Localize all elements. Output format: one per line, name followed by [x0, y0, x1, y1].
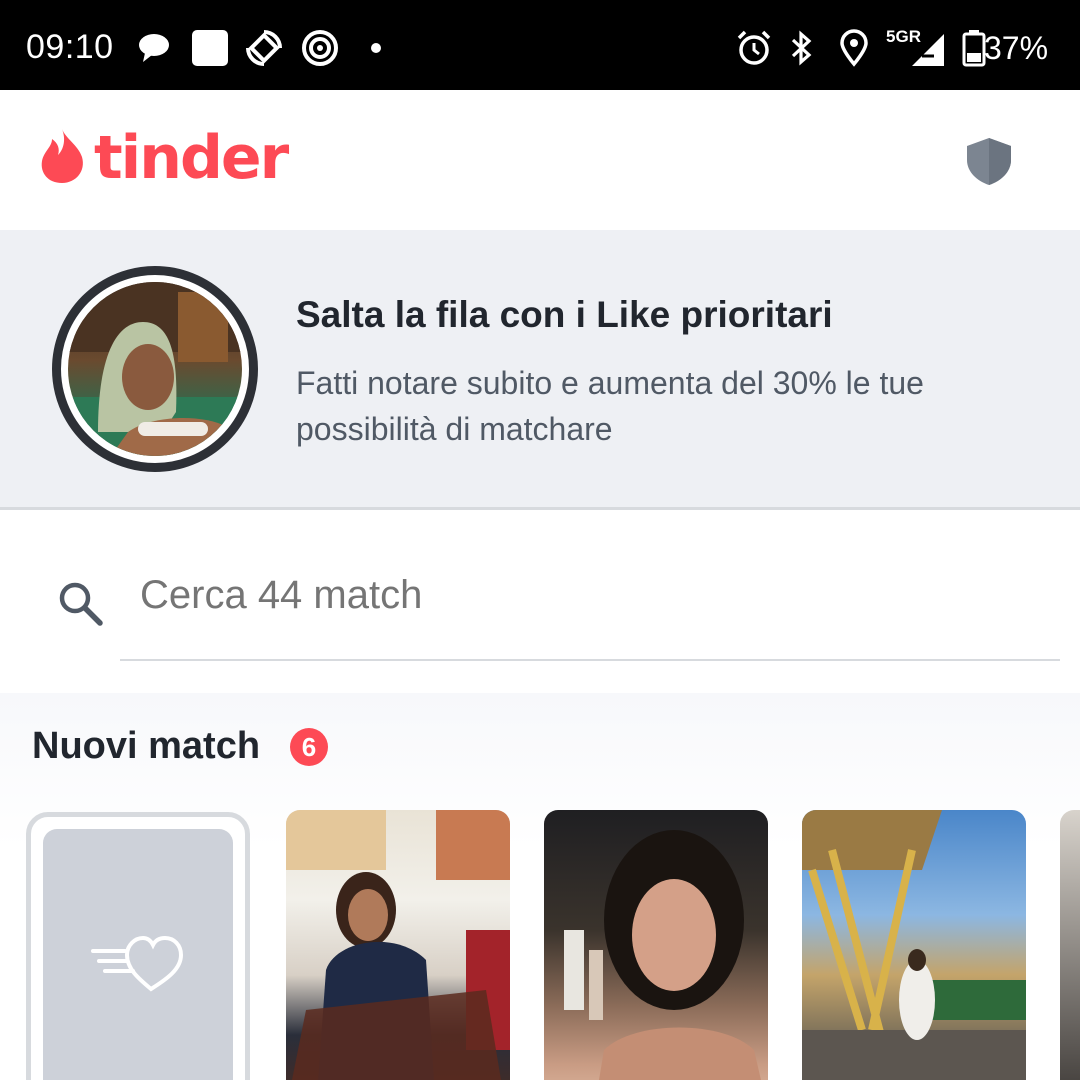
new-matches-section: Nuovi match 6 — [0, 693, 1080, 1080]
new-matches-title: Nuovi match — [32, 725, 261, 767]
tinder-logo[interactable]: tinder — [38, 123, 289, 193]
avatar — [68, 282, 242, 456]
promo-title: Salta la fila con i Like prioritari — [296, 294, 833, 335]
status-bar: 09:10 5GR 37% — [0, 0, 1080, 90]
search-input[interactable] — [140, 573, 1040, 618]
signal-icon — [908, 30, 948, 70]
match-photo-card[interactable] — [544, 810, 768, 1080]
bluetooth-icon — [782, 28, 822, 68]
heart-speed-icon — [89, 929, 189, 1000]
new-matches-count-badge: 6 — [290, 728, 328, 766]
promo-subtitle: Fatti notare subito e aumenta del 30% le… — [296, 365, 924, 447]
match-photo-card[interactable] — [1060, 810, 1080, 1080]
alarm-icon — [734, 28, 774, 68]
logo-text: tinder — [94, 123, 289, 193]
priority-likes-banner[interactable]: Salta la fila con i Like prioritari Fatt… — [0, 230, 1080, 510]
status-time: 09:10 — [26, 28, 114, 66]
search-underline — [120, 659, 1060, 661]
rotate-icon — [244, 28, 284, 68]
promo-avatar-ring — [52, 266, 258, 472]
match-photo-card[interactable] — [286, 810, 510, 1080]
likes-you-card-inner — [43, 829, 233, 1080]
location-icon — [834, 28, 874, 68]
dot-icon — [356, 28, 396, 68]
match-photo-card[interactable] — [802, 810, 1026, 1080]
battery-percent: 37% — [984, 30, 1049, 66]
app-header: tinder — [0, 90, 1080, 230]
search-bar — [0, 513, 1080, 693]
safety-shield-icon[interactable] — [964, 136, 1014, 191]
search-icon — [56, 579, 104, 632]
likes-you-card[interactable] — [26, 812, 250, 1080]
flame-icon — [38, 127, 88, 190]
square-notification-icon — [190, 28, 230, 68]
target-icon — [300, 28, 340, 68]
chat-bubble-icon — [136, 28, 176, 68]
